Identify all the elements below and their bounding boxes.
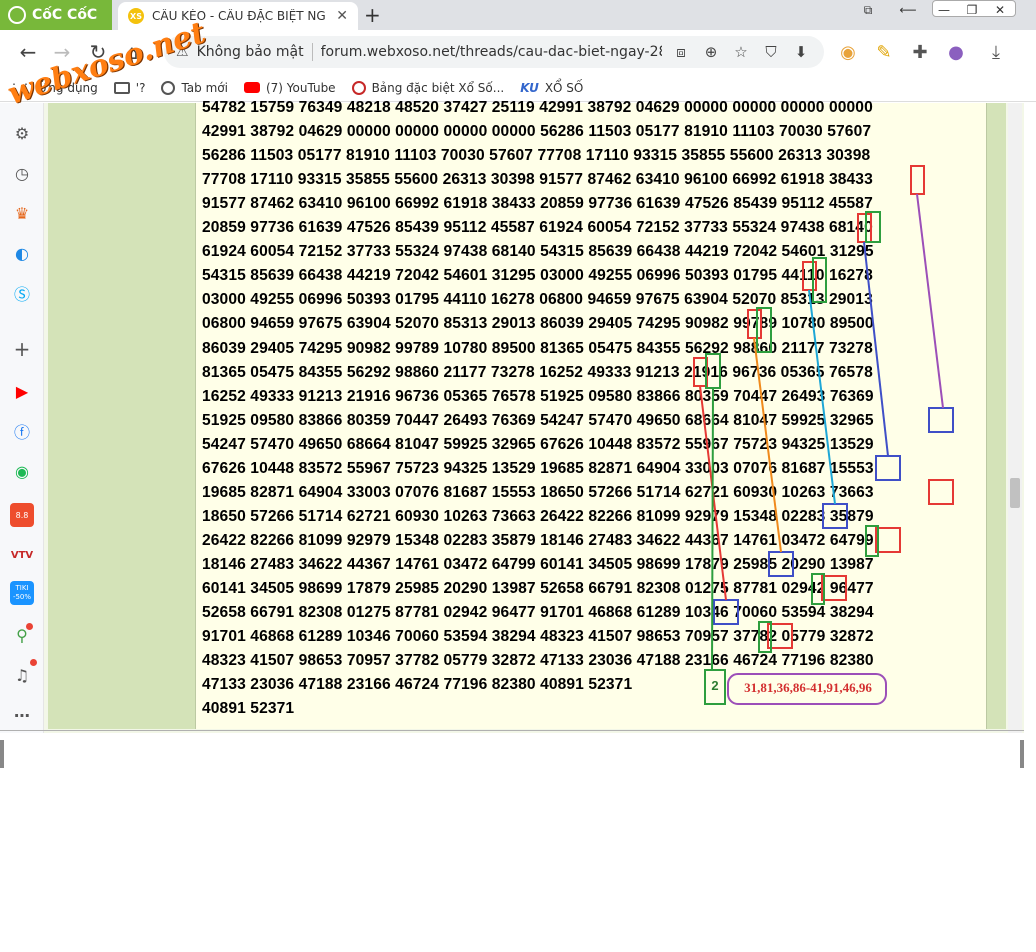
security-label: Không bảo mật	[196, 44, 304, 60]
number-line: 61924 60054 72152 37733 55324 97438 6814…	[202, 243, 874, 261]
brand-label: CốC CốC	[32, 7, 98, 23]
number-line: 18146 27483 34622 44367 14761 03472 6479…	[202, 555, 874, 573]
vtv-icon[interactable]: VTV	[10, 543, 34, 567]
number-line: 54315 85639 66438 44219 72042 54601 3129…	[202, 267, 873, 285]
settings-icon[interactable]: ⚙	[10, 121, 34, 145]
zoom-icon[interactable]: ⊕	[700, 43, 722, 61]
pencil-icon[interactable]: ✎	[872, 42, 896, 63]
number-line: 26422 82266 81099 92979 15348 02283 3587…	[202, 531, 874, 549]
shield-icon[interactable]: ⛉	[760, 43, 782, 61]
tab-strip: CốC CốC XS CẦU KÈO - CẦU ĐẶC BIỆT NG ✕ +…	[0, 0, 1036, 30]
downloads-icon[interactable]: ⤓	[984, 42, 1008, 63]
number-line: 52658 66791 82308 01275 87781 02942 9647…	[202, 604, 874, 622]
number-line: 54782 15759 76349 48218 48520 37427 2511…	[202, 99, 873, 116]
bookmark-folder[interactable]: '?	[113, 80, 146, 95]
bookmark-youtube[interactable]: (7) YouTube	[243, 80, 336, 95]
number-line: 03000 49255 06996 50393 01795 44110 1627…	[202, 291, 873, 309]
number-line: 67626 10448 83572 55967 75723 94325 1352…	[202, 459, 874, 477]
number-line: 18650 57266 51714 62721 60930 10263 7366…	[202, 507, 874, 525]
spotify-icon[interactable]: ◉	[10, 459, 34, 483]
youtube-icon[interactable]: ▶	[10, 379, 34, 403]
coccoc-logo-icon	[8, 6, 26, 24]
left-sidebar: ⚙ ◷ ♛ ◐ Ⓢ + ▶ ⓕ ◉ 8.8 VTV TIKI -50% ⚲ ♫ …	[0, 103, 44, 733]
bookmark-xoso[interactable]: KU XỔ SỐ	[520, 81, 583, 95]
notification-dot	[30, 659, 37, 666]
number-line: 19685 82871 64904 33003 07076 81687 1555…	[202, 483, 874, 501]
bookmark-label: '?	[135, 80, 146, 95]
globe-icon	[161, 80, 176, 95]
extension-chrome-icon[interactable]: ◉	[836, 42, 860, 63]
number-line: 40891 52371	[202, 700, 295, 718]
skype-icon[interactable]: Ⓢ	[10, 281, 34, 305]
scrollbar[interactable]	[1008, 103, 1022, 733]
number-line: 06800 94659 97675 63904 52070 85313 2901…	[202, 315, 874, 333]
blocked-popup-icon[interactable]: ⧈	[670, 43, 692, 61]
tab-active[interactable]: XS CẦU KÈO - CẦU ĐẶC BIỆT NG ✕	[118, 2, 358, 30]
extensions-puzzle-icon[interactable]: ✚	[908, 42, 932, 63]
bookmarks-bar: ⋮⋮ Ứng dụng '? Tab mới (7) YouTube Bảng …	[0, 74, 1036, 102]
back-button[interactable]: ←	[16, 40, 40, 64]
scrollbar-thumb[interactable]	[1010, 478, 1020, 508]
close-window-button[interactable]: ✕	[984, 0, 1016, 20]
crown-icon[interactable]: ♛	[10, 201, 34, 225]
number-line: 51925 09580 83866 80359 70447 26493 7636…	[202, 411, 874, 429]
folder-icon	[113, 81, 130, 94]
new-tab-button[interactable]: +	[364, 3, 381, 27]
number-line: 42991 38792 04629 00000 00000 00000 0000…	[202, 123, 872, 141]
post-right-border	[986, 103, 1006, 729]
url-text[interactable]: forum.webxoso.net/threads/cau-dac-biet-n…	[321, 44, 662, 60]
bookmark-label: XỔ SỐ	[544, 80, 584, 95]
post-author-panel	[48, 103, 196, 729]
edge-marker	[0, 740, 4, 768]
number-line: 16252 49333 91213 21916 96736 05365 7657…	[202, 387, 874, 405]
youtube-icon	[243, 82, 260, 93]
history-icon[interactable]: ◷	[10, 161, 34, 185]
more-icon[interactable]: ⋯	[10, 703, 34, 727]
bookmark-new-tab[interactable]: Tab mới	[161, 80, 228, 95]
address-bar[interactable]: ⚠ Không bảo mật forum.webxoso.net/thread…	[164, 36, 824, 68]
facebook-icon[interactable]: ⓕ	[10, 419, 34, 443]
number-line: 91701 46868 61289 10346 70060 53594 3829…	[202, 628, 874, 646]
number-line: 86039 29405 74295 90982 99789 10780 8950…	[202, 339, 873, 357]
number-line: 56286 11503 05177 81910 11103 70030 5760…	[202, 147, 871, 165]
bookmark-label: (7) YouTube	[265, 80, 336, 95]
number-line: 54247 57470 49650 68664 81047 59925 3296…	[202, 435, 874, 453]
bookmark-label: Tab mới	[181, 80, 228, 95]
number-line: 20859 97736 61639 47526 85439 95112 4558…	[202, 219, 873, 237]
tab-close-icon[interactable]: ✕	[336, 8, 348, 24]
download-arrow-icon[interactable]: ⬇	[790, 43, 812, 61]
annotation-count: 2	[711, 678, 719, 693]
annotation-result: 31,81,36,86-41,91,46,96	[744, 680, 872, 695]
browser-brand[interactable]: CốC CốC	[0, 0, 112, 30]
ku-icon: KU	[520, 80, 539, 95]
divider	[311, 43, 313, 61]
profile-avatar-icon[interactable]: ●	[944, 42, 968, 63]
notification-dot	[26, 623, 33, 630]
edge-marker	[1020, 740, 1024, 768]
number-line: 48323 41507 98653 70957 37782 05779 3287…	[202, 652, 874, 670]
number-line: 60141 34505 98699 17879 25985 20290 1398…	[202, 580, 874, 597]
messenger-icon[interactable]: ◐	[10, 241, 34, 265]
shopee-icon[interactable]: 8.8	[10, 503, 34, 527]
post-content: 54782 15759 76349 48218 48520 37427 2511…	[196, 99, 986, 729]
tab-favicon-icon: XS	[128, 8, 144, 24]
xoso-icon	[351, 80, 366, 95]
bell-icon[interactable]: ♫	[10, 663, 34, 687]
bookmark-star-icon[interactable]: ☆	[730, 43, 752, 61]
add-icon[interactable]: +	[10, 337, 34, 361]
bookmark-label: Bảng đặc biệt Xổ Số...	[371, 80, 505, 95]
number-line: 77708 17110 93315 35855 55600 26313 3039…	[202, 171, 873, 189]
cast-icon[interactable]: ⧉	[852, 0, 884, 20]
browser-window: CốC CốC XS CẦU KÈO - CẦU ĐẶC BIỆT NG ✕ +…	[0, 0, 1036, 952]
number-line: 81365 05475 84355 56292 98860 21177 7327…	[202, 363, 873, 381]
pin-icon[interactable]: ⟵	[892, 0, 924, 20]
bookmark-xoso-table[interactable]: Bảng đặc biệt Xổ Số...	[351, 80, 505, 95]
tiki-icon[interactable]: TIKI -50%	[10, 581, 34, 605]
number-line: 91577 87462 63410 96100 66992 61918 3843…	[202, 195, 873, 213]
number-line: 47133 23036 47188 23166 46724 77196 8238…	[202, 676, 633, 694]
page-divider	[0, 730, 1024, 731]
